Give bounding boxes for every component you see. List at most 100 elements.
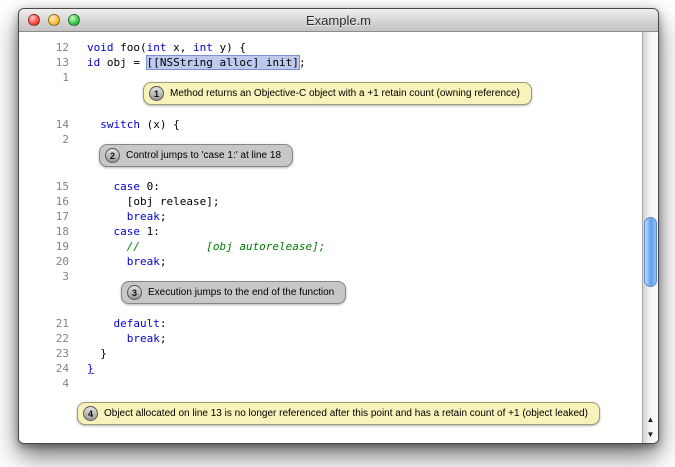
- code-segment: // [obj autorelease];: [87, 240, 325, 253]
- code-segment: void: [87, 41, 114, 54]
- line-number: 24: [19, 361, 87, 376]
- line-number: 14: [19, 117, 87, 132]
- diagnostic-row: 4 4 Object allocated on line 13 is no long…: [19, 376, 643, 437]
- diagnostic-step-number: 2: [105, 148, 120, 163]
- code-line[interactable]: 18 case 1:: [19, 224, 643, 239]
- diagnostic-row: 2 2 Control jumps to 'case 1:' at line 18: [19, 132, 643, 179]
- code-segment: [87, 210, 127, 223]
- code-segment: (x) {: [140, 118, 180, 131]
- diagnostic-text: Execution jumps to the end of the functi…: [148, 287, 334, 298]
- code-segment: ;: [160, 255, 167, 268]
- down-arrow-icon: ▼: [647, 430, 655, 439]
- line-number: 22: [19, 331, 87, 346]
- code-segment: [87, 118, 100, 131]
- code-segment: [87, 317, 114, 330]
- code-text: break;: [87, 254, 167, 269]
- line-number: 19: [19, 239, 87, 254]
- line-number: 23: [19, 346, 87, 361]
- code-segment: int: [193, 41, 213, 54]
- code-line[interactable]: 14 switch (x) {: [19, 117, 643, 132]
- code-segment: foo(: [114, 41, 147, 54]
- up-arrow-icon: ▲: [647, 415, 655, 424]
- window: Example.m 12void foo(int x, int y) {13id…: [18, 8, 659, 444]
- code-line[interactable]: 15 case 0:: [19, 179, 643, 194]
- code-line[interactable]: 13id obj = [[NSString alloc] init];: [19, 55, 643, 70]
- diagnostic-bubble-2: 2 Control jumps to 'case 1:' at line 18: [99, 144, 293, 167]
- scrollbar-arrows: ▲ ▼: [643, 412, 658, 442]
- line-number: 17: [19, 209, 87, 224]
- zoom-button[interactable]: [68, 14, 80, 26]
- code-text: break;: [87, 331, 167, 346]
- code-segment: }: [87, 347, 107, 360]
- code-segment: x,: [167, 41, 194, 54]
- code-text: [obj release];: [87, 194, 219, 209]
- close-button[interactable]: [28, 14, 40, 26]
- code-segment: break: [127, 210, 160, 223]
- code-segment: int: [147, 41, 167, 54]
- code-segment: obj =: [100, 56, 146, 69]
- titlebar[interactable]: Example.m: [19, 9, 658, 32]
- line-number: 12: [19, 40, 87, 55]
- code-line[interactable]: 16 [obj release];: [19, 194, 643, 209]
- code-segment: [obj release];: [87, 195, 219, 208]
- code-line[interactable]: 19 // [obj autorelease];: [19, 239, 643, 254]
- code-text: switch (x) {: [87, 117, 180, 132]
- code-segment: 1:: [140, 225, 160, 238]
- highlighted-expression: [[NSString alloc] init]: [147, 56, 299, 69]
- code-segment: :: [160, 317, 167, 330]
- code-view[interactable]: 12void foo(int x, int y) {13id obj = [[N…: [19, 32, 643, 443]
- scroll-down-button[interactable]: ▼: [643, 427, 658, 442]
- line-number: 21: [19, 316, 87, 331]
- code-line[interactable]: 23 }: [19, 346, 643, 361]
- diagnostic-step-number: 1: [149, 86, 164, 101]
- code-text: }: [87, 361, 94, 376]
- diagnostic-step-number: 3: [127, 285, 142, 300]
- code-segment: [87, 180, 114, 193]
- line-number: 4: [19, 376, 87, 391]
- diagnostic-row: 3 3 Execution jumps to the end of the func…: [19, 269, 643, 316]
- diagnostic-bubble-3: 3 Execution jumps to the end of the funct…: [121, 281, 346, 304]
- code-line[interactable]: 17 break;: [19, 209, 643, 224]
- line-number: 3: [19, 269, 87, 284]
- line-number: 20: [19, 254, 87, 269]
- line-number: 16: [19, 194, 87, 209]
- code-line[interactable]: 12void foo(int x, int y) {: [19, 40, 643, 55]
- line-number: 1: [19, 70, 87, 85]
- line-number: 2: [19, 132, 87, 147]
- code-text: case 1:: [87, 224, 160, 239]
- code-line[interactable]: 22 break;: [19, 331, 643, 346]
- code-segment: break: [127, 332, 160, 345]
- code-text: id obj = [[NSString alloc] init];: [87, 55, 306, 70]
- diagnostic-text: Object allocated on line 13 is no longer…: [104, 408, 588, 419]
- code-text: case 0:: [87, 179, 160, 194]
- minimize-button[interactable]: [48, 14, 60, 26]
- code-segment: case: [114, 225, 141, 238]
- diagnostic-step-number: 4: [83, 406, 98, 421]
- code-segment: ;: [160, 210, 167, 223]
- window-controls: [19, 14, 80, 26]
- code-text: break;: [87, 209, 167, 224]
- vertical-scrollbar[interactable]: ▲ ▼: [642, 32, 658, 443]
- code-segment: default: [114, 317, 160, 330]
- code-segment: case: [114, 180, 141, 193]
- code-line[interactable]: 24}: [19, 361, 643, 376]
- scrollbar-thumb[interactable]: [644, 217, 657, 287]
- code-segment: y) {: [213, 41, 246, 54]
- scroll-up-button[interactable]: ▲: [643, 412, 658, 427]
- code-segment: break: [127, 255, 160, 268]
- code-segment: }: [87, 362, 94, 375]
- diagnostic-text: Method returns an Objective-C object wit…: [170, 88, 520, 99]
- code-text: void foo(int x, int y) {: [87, 40, 246, 55]
- code-segment: ;: [299, 56, 306, 69]
- code-text: default:: [87, 316, 166, 331]
- desktop: Example.m 12void foo(int x, int y) {13id…: [0, 0, 675, 467]
- code-text: }: [87, 346, 107, 361]
- code-line[interactable]: 20 break;: [19, 254, 643, 269]
- diagnostic-text: Control jumps to 'case 1:' at line 18: [126, 150, 281, 161]
- line-number: 13: [19, 55, 87, 70]
- diagnostic-row: 1 1 Method returns an Objective-C object w…: [19, 70, 643, 117]
- code-line[interactable]: 21 default:: [19, 316, 643, 331]
- diagnostic-bubble-1: 1 Method returns an Objective-C object wi…: [143, 82, 532, 105]
- window-title: Example.m: [19, 13, 658, 28]
- code-segment: [87, 332, 127, 345]
